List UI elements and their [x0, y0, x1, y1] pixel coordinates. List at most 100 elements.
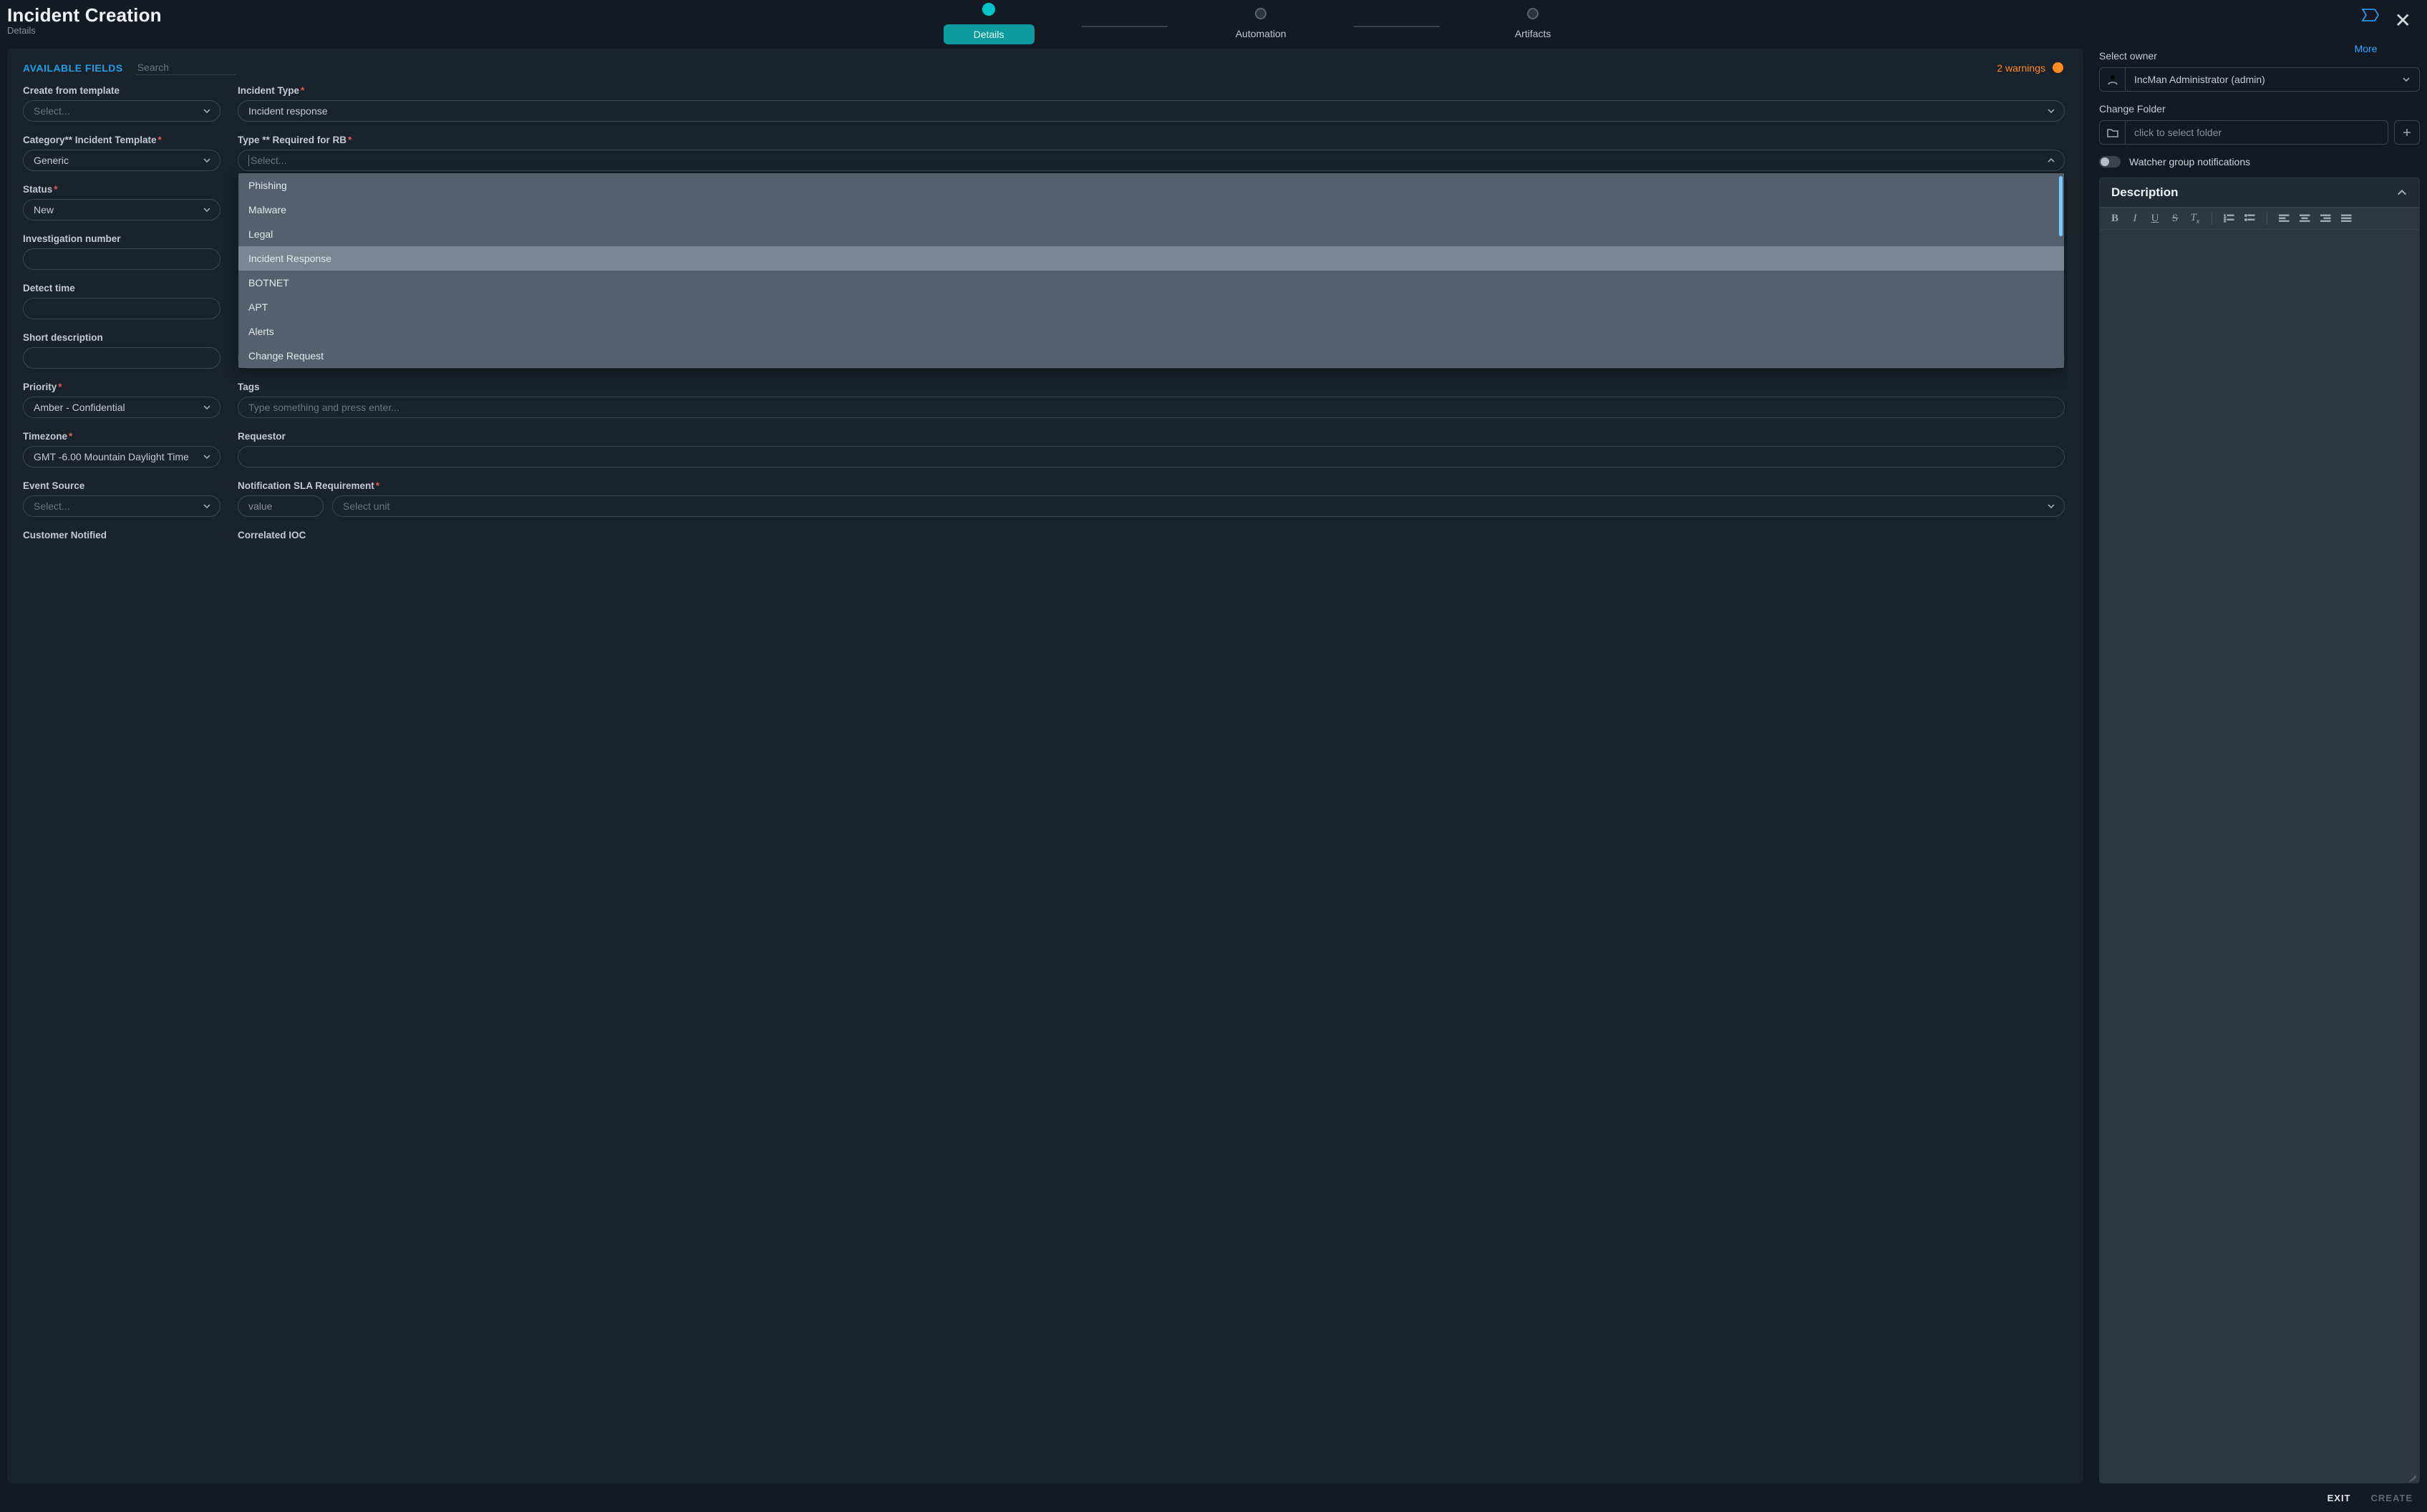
create-from-template-select[interactable]: Select... — [23, 100, 221, 122]
category-template-select[interactable]: Generic — [23, 150, 221, 171]
priority-select[interactable]: Amber - Confidential — [23, 397, 221, 418]
chevron-down-icon — [203, 156, 211, 165]
step-artifacts[interactable]: Artifacts — [1440, 8, 1626, 39]
page-title: Incident Creation — [7, 4, 162, 26]
dropdown-option-change-request[interactable]: Change Request — [238, 344, 2064, 368]
requestor-input[interactable] — [238, 446, 2065, 467]
dropdown-option-incident-response[interactable]: Incident Response — [238, 246, 2064, 271]
exit-button[interactable]: EXIT — [2327, 1493, 2351, 1503]
page-title-block: Incident Creation Details — [7, 4, 162, 36]
owner-value: IncMan Administrator (admin) — [2126, 68, 2393, 91]
select-value: Select... — [248, 155, 287, 166]
align-left-button[interactable] — [2279, 213, 2290, 224]
step-details[interactable]: Details — [896, 3, 1082, 44]
watcher-notifications-label: Watcher group notifications — [2129, 156, 2250, 168]
field-label: Event Source — [23, 480, 221, 491]
resize-handle-icon[interactable] — [2408, 1473, 2416, 1481]
field-label: Status* — [23, 184, 221, 195]
watcher-notifications-toggle[interactable] — [2099, 156, 2121, 168]
event-source-select[interactable]: Select... — [23, 495, 221, 517]
field-customer-notified: Customer Notified — [23, 530, 221, 541]
warnings-text: 2 warnings — [1997, 62, 2045, 74]
chevron-down-icon — [2393, 68, 2419, 91]
available-fields-heading: AVAILABLE FIELDS — [23, 62, 123, 74]
step-connector — [1354, 26, 1440, 27]
type-rb-dropdown: Phishing Malware Legal Incident Response… — [238, 173, 2064, 368]
field-type-rb: Type ** Required for RB* Select... Phish… — [238, 135, 2065, 171]
field-sla: Notification SLA Requirement* Select uni… — [238, 480, 2065, 517]
field-label: Incident Type* — [238, 85, 2065, 96]
sla-unit-select[interactable]: Select unit — [332, 495, 2065, 517]
field-label: Tags — [238, 382, 2065, 392]
detect-time-input[interactable] — [23, 298, 221, 319]
step-automation[interactable]: Automation — [1168, 8, 1354, 39]
field-label: Requestor — [238, 431, 2065, 442]
dropdown-option-apt[interactable]: APT — [238, 295, 2064, 319]
bold-button[interactable]: B — [2110, 213, 2120, 225]
timezone-select[interactable]: GMT -6.00 Mountain Daylight Time — [23, 446, 221, 467]
warning-dot-icon — [2053, 62, 2063, 73]
field-label: Correlated IOC — [238, 530, 2065, 541]
field-label: Detect time — [23, 283, 221, 294]
type-rb-select[interactable]: Select... Phishing Malware Legal Inciden… — [238, 150, 2065, 171]
select-owner-field[interactable]: IncMan Administrator (admin) — [2099, 67, 2420, 92]
field-event-source: Event Source Select... — [23, 480, 221, 517]
dropdown-option-malware[interactable]: Malware — [238, 198, 2064, 222]
field-label: Short description — [23, 332, 221, 343]
step-dot-icon — [1527, 8, 1539, 19]
incident-type-select[interactable]: Incident response — [238, 100, 2065, 122]
field-label: Customer Notified — [23, 530, 221, 541]
dropdown-option-phishing[interactable]: Phishing — [238, 173, 2064, 198]
chevron-down-icon — [203, 205, 211, 214]
field-create-from-template: Create from template Select... — [23, 85, 221, 122]
unordered-list-button[interactable] — [2244, 213, 2255, 224]
align-justify-button[interactable] — [2341, 213, 2352, 224]
user-icon — [2100, 68, 2126, 91]
select-value: Select unit — [343, 500, 389, 512]
dropdown-option-botnet[interactable]: BOTNET — [238, 271, 2064, 295]
field-correlated-ioc: Correlated IOC — [238, 530, 2065, 541]
toggle-knob — [2101, 158, 2109, 166]
align-center-button[interactable] — [2300, 213, 2310, 224]
investigation-number-input[interactable] — [23, 248, 221, 270]
folder-icon — [2100, 121, 2126, 144]
create-button[interactable]: CREATE — [2371, 1493, 2413, 1503]
close-icon[interactable]: ✕ — [2395, 9, 2411, 32]
field-label: Notification SLA Requirement* — [238, 480, 2065, 491]
select-value: Amber - Confidential — [34, 402, 125, 413]
add-folder-button[interactable] — [2394, 120, 2420, 145]
field-detect-time: Detect time — [23, 283, 221, 319]
ordered-list-button[interactable]: 12 — [2224, 213, 2234, 224]
sla-value-input[interactable] — [238, 495, 324, 517]
description-editor[interactable] — [2100, 230, 2419, 1483]
dropdown-scrollbar[interactable] — [2059, 176, 2063, 236]
available-fields-search-input[interactable] — [136, 60, 236, 75]
change-folder-field[interactable]: click to select folder — [2099, 120, 2388, 145]
field-short-description: Short description — [23, 332, 221, 369]
underline-button[interactable]: U — [2150, 213, 2160, 225]
warnings-indicator[interactable]: 2 warnings — [1997, 62, 2068, 74]
strikethrough-button[interactable]: S — [2170, 213, 2180, 225]
description-toolbar: B I U S Tx 12 — [2100, 207, 2419, 230]
status-select[interactable]: New — [23, 199, 221, 220]
dropdown-option-legal[interactable]: Legal — [238, 222, 2064, 246]
field-investigation-number: Investigation number — [23, 233, 221, 270]
align-right-button[interactable] — [2320, 213, 2331, 224]
svg-text:2: 2 — [2224, 219, 2227, 223]
select-owner-label: Select owner — [2099, 50, 2420, 62]
select-value: Generic — [34, 155, 69, 166]
tags-input[interactable] — [238, 397, 2065, 418]
clear-format-button[interactable]: Tx — [2190, 212, 2200, 225]
field-label: Timezone* — [23, 431, 221, 442]
step-dot-icon — [982, 3, 995, 16]
field-label: Type ** Required for RB* — [238, 135, 2065, 145]
chevron-down-icon — [203, 403, 211, 412]
short-description-input[interactable] — [23, 347, 221, 369]
select-value: Incident response — [248, 105, 328, 117]
chevron-down-icon — [203, 107, 211, 115]
chevron-down-icon — [203, 452, 211, 461]
chevron-up-icon[interactable] — [2396, 187, 2408, 198]
bookmark-icon[interactable] — [2360, 7, 2379, 23]
dropdown-option-alerts[interactable]: Alerts — [238, 319, 2064, 344]
italic-button[interactable]: I — [2130, 213, 2140, 225]
